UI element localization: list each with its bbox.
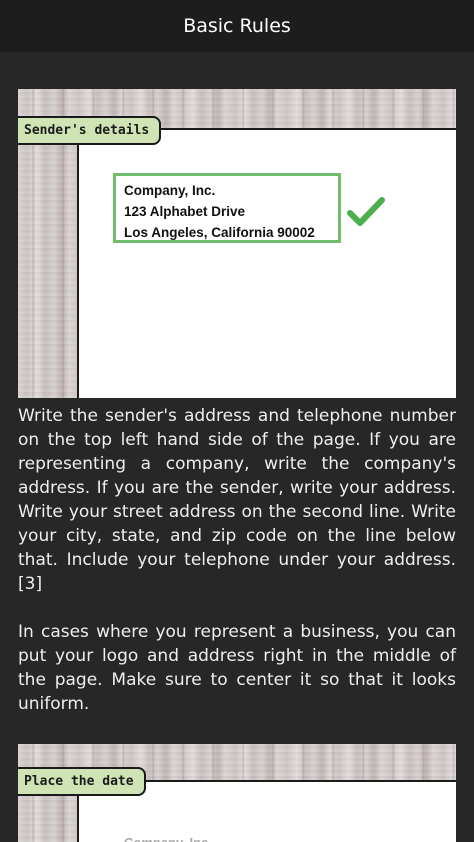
section-tag-place-the-date: Place the date xyxy=(18,767,146,796)
app-bar: Basic Rules xyxy=(0,0,474,52)
section-text-senders-details: Write the sender's address and telephone… xyxy=(18,404,456,740)
section-tag-senders-details: Sender's details xyxy=(18,116,162,145)
address-line-company: Company, Inc. xyxy=(124,183,216,198)
letter-paper: Company, Inc. 123 Alphabet Drive Los Ang… xyxy=(77,128,456,398)
address-line-street: 123 Alphabet Drive xyxy=(124,204,246,219)
checkmark-icon xyxy=(347,197,385,226)
address-box: Company, Inc. 123 Alphabet Drive Los Ang… xyxy=(113,173,341,243)
paragraph: Write the sender's address and telephone… xyxy=(18,406,456,594)
page-title: Basic Rules xyxy=(183,15,291,37)
address-line-city: Los Angeles, California 90002 xyxy=(124,225,315,240)
illustration-place-the-date: Company, Inc. Place the date xyxy=(18,744,456,842)
illustration-senders-details: Company, Inc. 123 Alphabet Drive Los Ang… xyxy=(18,89,456,398)
paragraph: In cases where you represent a business,… xyxy=(18,622,456,714)
address-line-company: Company, Inc. xyxy=(124,832,212,842)
